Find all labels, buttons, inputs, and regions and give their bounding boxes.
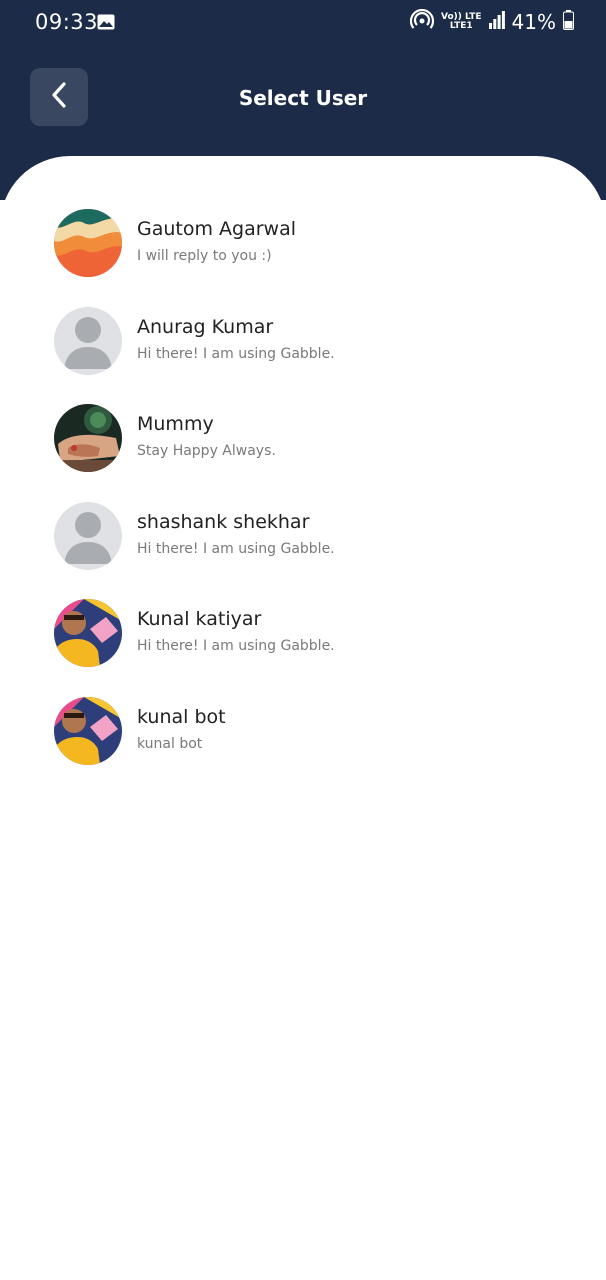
battery-icon	[563, 10, 574, 34]
user-row-anurag-kumar[interactable]: Anurag Kumar Hi there! I am using Gabble…	[0, 306, 606, 405]
user-row-gautom-agarwal[interactable]: Gautom Agarwal I will reply to you :)	[0, 209, 606, 307]
user-status: Hi there! I am using Gabble.	[137, 345, 335, 362]
user-status: I will reply to you :)	[137, 248, 272, 264]
network-type-indicator: Vo)) LTE LTE1	[441, 13, 482, 31]
user-name: kunal bot	[137, 705, 226, 728]
user-row-kunal-bot[interactable]: kunal bot kunal bot	[0, 696, 606, 795]
avatar	[54, 306, 122, 375]
avatar	[54, 599, 122, 668]
user-row-shashank-shekhar[interactable]: shashank shekhar Hi there! I am using Ga…	[0, 501, 606, 600]
user-name: shashank shekhar	[137, 510, 310, 533]
page-title: Select User	[238, 86, 368, 110]
user-name: Gautom Agarwal	[137, 218, 297, 240]
user-list: Gautom Agarwal I will reply to you :) An…	[0, 209, 606, 795]
user-row-kunal-katiyar[interactable]: Kunal katiyar Hi there! I am using Gabbl…	[0, 599, 606, 697]
user-name: Mummy	[137, 413, 214, 436]
hotspot-icon	[409, 8, 435, 35]
user-status: Hi there! I am using Gabble.	[137, 540, 335, 557]
status-bar: 09:33 Vo)) LTE LTE1 41%	[0, 0, 606, 46]
avatar	[54, 501, 122, 570]
user-name: Anurag Kumar	[137, 315, 274, 338]
user-row-mummy[interactable]: Mummy Stay Happy Always.	[0, 404, 606, 502]
user-status: Stay Happy Always.	[137, 443, 276, 460]
user-status: Hi there! I am using Gabble.	[137, 638, 335, 655]
net-bottom-label: LTE1	[449, 21, 473, 31]
user-status: kunal bot	[137, 735, 203, 752]
navigation-header: Select User	[0, 68, 606, 126]
user-name: Kunal katiyar	[137, 608, 262, 631]
battery-percentage: 41%	[511, 10, 556, 34]
avatar	[54, 209, 122, 277]
signal-icon	[488, 11, 505, 33]
gallery-notification-icon	[97, 14, 115, 34]
avatar	[54, 404, 122, 473]
avatar	[54, 696, 122, 765]
status-time: 09:33	[35, 10, 99, 34]
